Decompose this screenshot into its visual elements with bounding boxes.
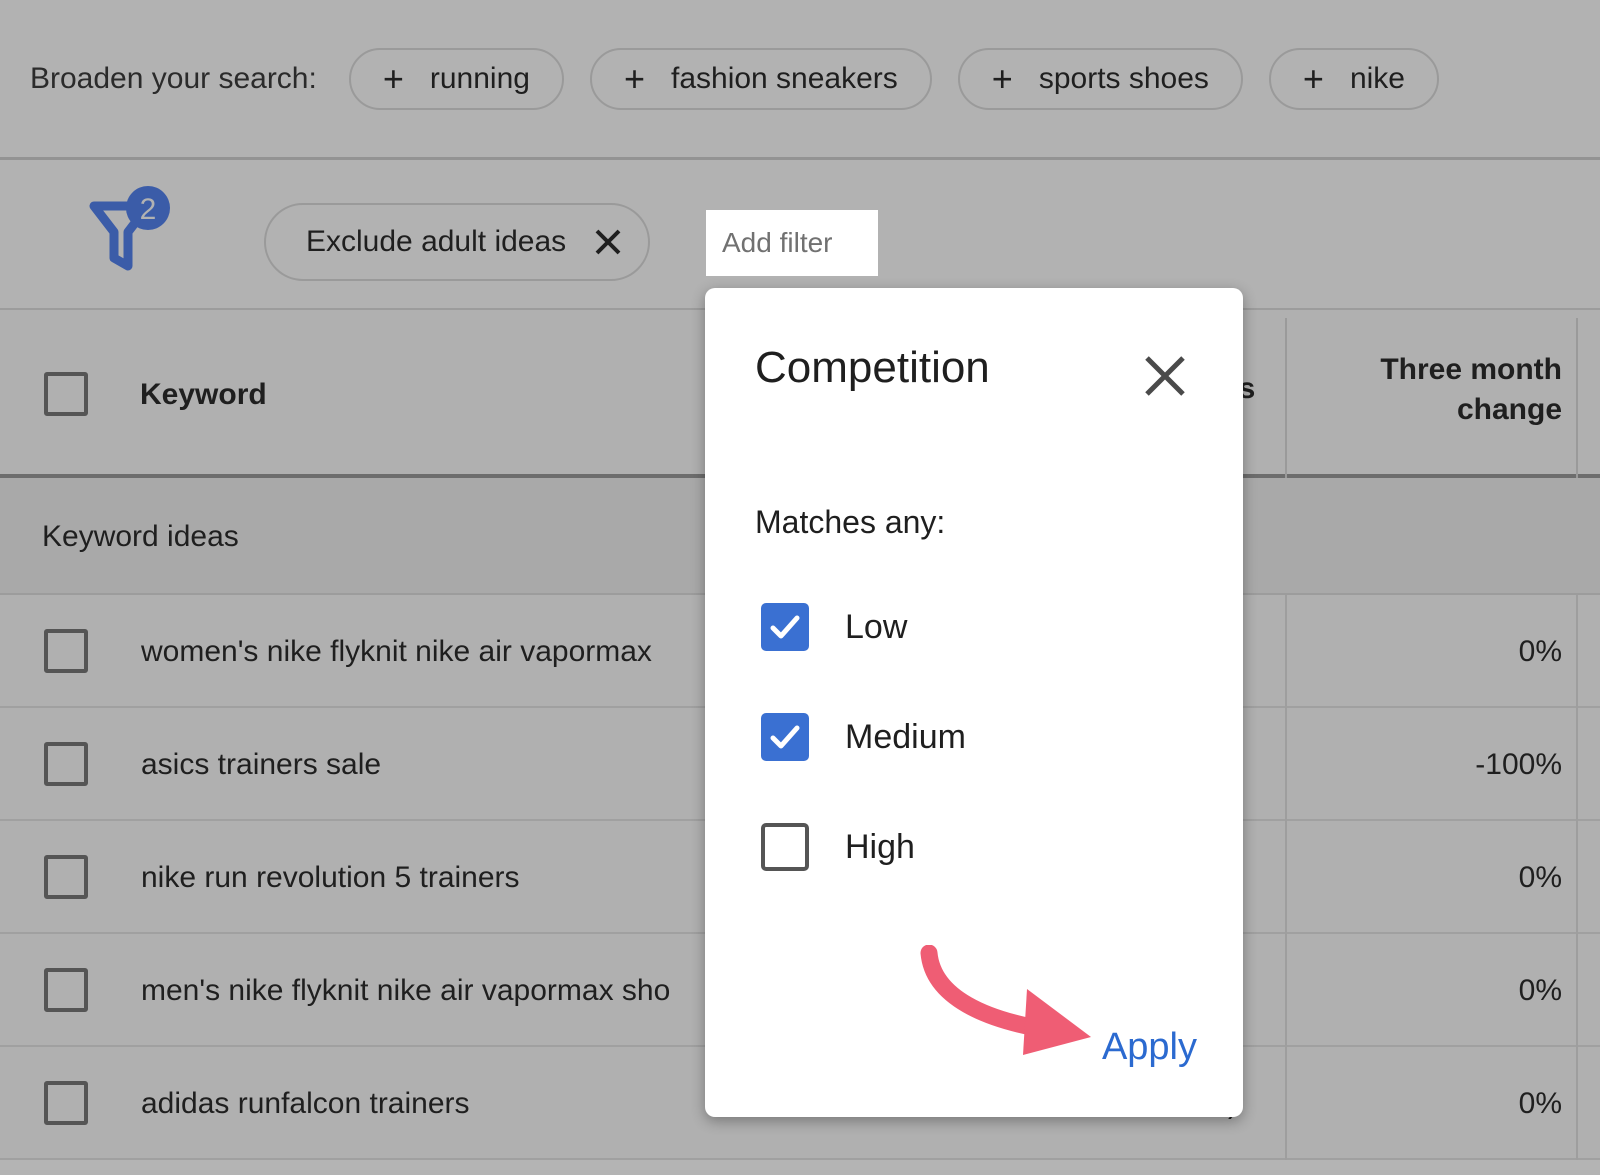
plus-icon: + [624,61,645,97]
close-icon[interactable] [1143,354,1187,398]
section-label: Keyword ideas [42,520,239,554]
option-label: Low [845,608,907,647]
row-checkbox[interactable] [44,855,88,899]
add-filter-label: Add filter [722,227,833,259]
row-checkbox[interactable] [44,1081,88,1125]
broaden-chip-fashion-sneakers[interactable]: + fashion sneakers [590,48,932,110]
row-keyword[interactable]: adidas runfalcon trainers [141,1087,470,1121]
broaden-chip-label: nike [1350,62,1405,96]
broaden-search-bar: Broaden your search: + running + fashion… [0,0,1600,160]
column-divider [1576,934,1578,1047]
filter-funnel-icon[interactable]: 2 [86,186,178,278]
broaden-chip-running[interactable]: + running [349,48,564,110]
broaden-chip-sports-shoes[interactable]: + sports shoes [958,48,1243,110]
column-header-keyword[interactable]: Keyword [140,378,267,412]
column-divider [1576,821,1578,934]
active-filter-label: Exclude adult ideas [306,225,566,259]
competition-option-high[interactable]: High [761,823,915,871]
plus-icon: + [992,61,1013,97]
select-all-checkbox[interactable] [44,372,88,416]
row-keyword[interactable]: nike run revolution 5 trainers [141,861,520,895]
add-filter-button[interactable]: Add filter [706,210,878,276]
broaden-search-label: Broaden your search: [30,62,317,96]
row-checkbox[interactable] [44,629,88,673]
broaden-chip-nike[interactable]: + nike [1269,48,1439,110]
popup-title: Competition [755,343,990,393]
row-checkbox[interactable] [44,742,88,786]
row-three-month-change: 0% [1300,861,1562,895]
competition-option-medium[interactable]: Medium [761,713,966,761]
column-divider [1576,708,1578,821]
competition-filter-popup: Competition Matches any: Low Medium [705,288,1243,1117]
broaden-chip-label: running [430,62,530,96]
plus-icon: + [1303,61,1324,97]
active-filter-chip-exclude-adult-ideas[interactable]: Exclude adult ideas [264,203,650,281]
broaden-chip-label: sports shoes [1039,62,1209,96]
filter-count-badge: 2 [140,193,157,226]
column-divider [1285,708,1287,821]
checkbox-checked-icon[interactable] [761,603,809,651]
checkbox-unchecked-icon[interactable] [761,823,809,871]
column-divider [1285,934,1287,1047]
plus-icon: + [383,61,404,97]
option-label: Medium [845,718,966,757]
screenshot-root: Broaden your search: + running + fashion… [0,0,1600,1175]
column-divider [1285,318,1287,478]
column-divider [1285,595,1287,708]
apply-button[interactable]: Apply [1102,1026,1197,1069]
column-divider [1576,318,1578,478]
option-label: High [845,828,915,867]
row-three-month-change: 0% [1300,1087,1562,1121]
column-divider [1285,1047,1287,1160]
row-three-month-change: 0% [1300,974,1562,1008]
broaden-chip-label: fashion sneakers [671,62,898,96]
row-keyword[interactable]: asics trainers sale [141,748,381,782]
popup-subtitle: Matches any: [755,504,945,541]
column-divider [1576,595,1578,708]
row-checkbox[interactable] [44,968,88,1012]
competition-option-low[interactable]: Low [761,603,907,651]
checkbox-checked-icon[interactable] [761,713,809,761]
remove-filter-icon[interactable] [594,228,622,256]
row-three-month-change: -100% [1300,748,1562,782]
row-three-month-change: 0% [1300,635,1562,669]
column-header-three-month-change[interactable]: Three month change [1300,350,1562,429]
column-divider [1285,821,1287,934]
row-keyword[interactable]: men's nike flyknit nike air vapormax sho [141,974,670,1008]
column-divider [1576,1047,1578,1160]
row-keyword[interactable]: women's nike flyknit nike air vapormax [141,635,652,669]
